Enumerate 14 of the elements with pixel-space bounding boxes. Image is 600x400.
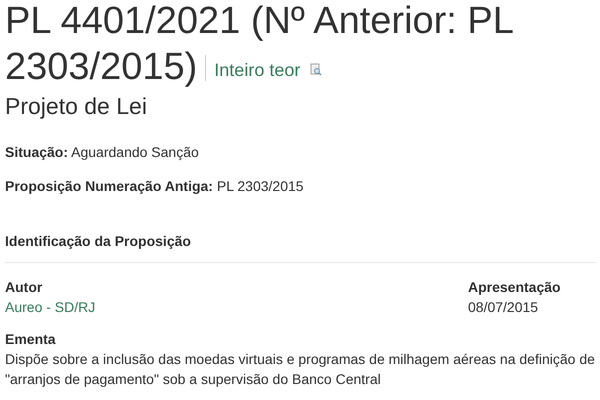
page-title: 2303/2015) <box>5 46 198 88</box>
field-value: 08/07/2015 <box>468 298 540 317</box>
proposal-type: Projeto de Lei <box>5 92 148 120</box>
section-heading: Identificação da Proposição <box>5 233 192 249</box>
field-label: Autor <box>5 278 44 297</box>
field-label: Ementa <box>5 330 57 349</box>
page-title: PL 4401/2021 (Nº Anterior: PL <box>5 0 514 44</box>
author-link[interactable]: Aureo - SD/RJ <box>5 297 96 317</box>
status-line: Situação: Aguardando Sanção <box>5 144 200 160</box>
status-line: Proposição Numeração Antiga: PL 2303/2015 <box>5 178 305 194</box>
field-label: Apresentação <box>468 278 562 297</box>
summary-text: Dispõe sobre a inclusão das moedas virtuais e programas de milhagem aéreas na definição de "arranjos de pagamento" sob a supervisão do Banco Central <box>5 350 596 389</box>
document-search-icon <box>310 63 322 76</box>
full-text-link[interactable]: Inteiro teor <box>214 60 300 80</box>
